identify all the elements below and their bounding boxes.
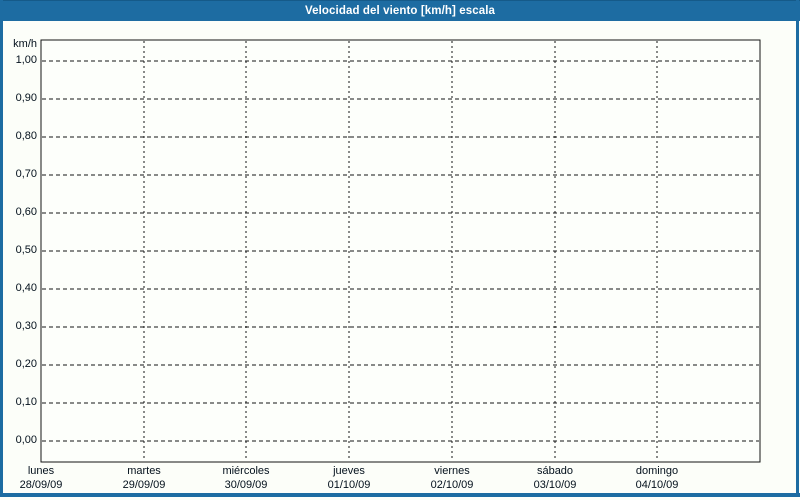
x-category-label: viernes 02/10/09 <box>397 464 507 492</box>
y-tick-label: 0,20 <box>15 358 37 370</box>
x-category-label: lunes 28/09/09 <box>0 464 96 492</box>
y-tick-label: 0,90 <box>15 92 37 104</box>
x-day-label: domingo <box>635 465 679 477</box>
y-tick-label: 0,00 <box>15 434 37 446</box>
x-category-label: jueves 01/10/09 <box>294 464 404 492</box>
y-axis-unit-label: km/h <box>13 38 37 50</box>
x-day-label: lunes <box>27 465 55 477</box>
y-tick-label: 0,60 <box>15 206 37 218</box>
x-category-label: domingo 04/10/09 <box>602 464 712 492</box>
x-category-label: martes 29/09/09 <box>89 464 199 492</box>
x-day-label: sábado <box>536 465 574 477</box>
y-tick-label: 1,00 <box>15 54 37 66</box>
y-tick-label: 0,40 <box>15 282 37 294</box>
x-category-label: sábado 03/10/09 <box>500 464 610 492</box>
y-tick-label: 0,70 <box>15 168 37 180</box>
y-tick-label: 0,50 <box>15 244 37 256</box>
x-day-label: viernes <box>434 465 470 477</box>
plot-grid <box>40 39 761 463</box>
x-date-label: 28/09/09 <box>19 479 63 491</box>
y-tick-label: 0,10 <box>15 396 37 408</box>
chart-window: Velocidad del viento [km/h] escala km/h … <box>0 0 800 500</box>
x-date-label: 04/10/09 <box>635 479 679 491</box>
y-tick-label: 0,30 <box>15 320 37 332</box>
x-date-label: 02/10/09 <box>430 479 474 491</box>
x-day-label: miércoles <box>222 465 270 477</box>
x-day-label: jueves <box>333 465 365 477</box>
y-tick-label: 0,80 <box>15 130 37 142</box>
x-category-label: miércoles 30/09/09 <box>191 464 301 492</box>
x-date-label: 29/09/09 <box>122 479 166 491</box>
x-date-label: 30/09/09 <box>224 479 268 491</box>
x-date-label: 01/10/09 <box>327 479 371 491</box>
x-day-label: martes <box>127 465 161 477</box>
x-date-label: 03/10/09 <box>533 479 577 491</box>
